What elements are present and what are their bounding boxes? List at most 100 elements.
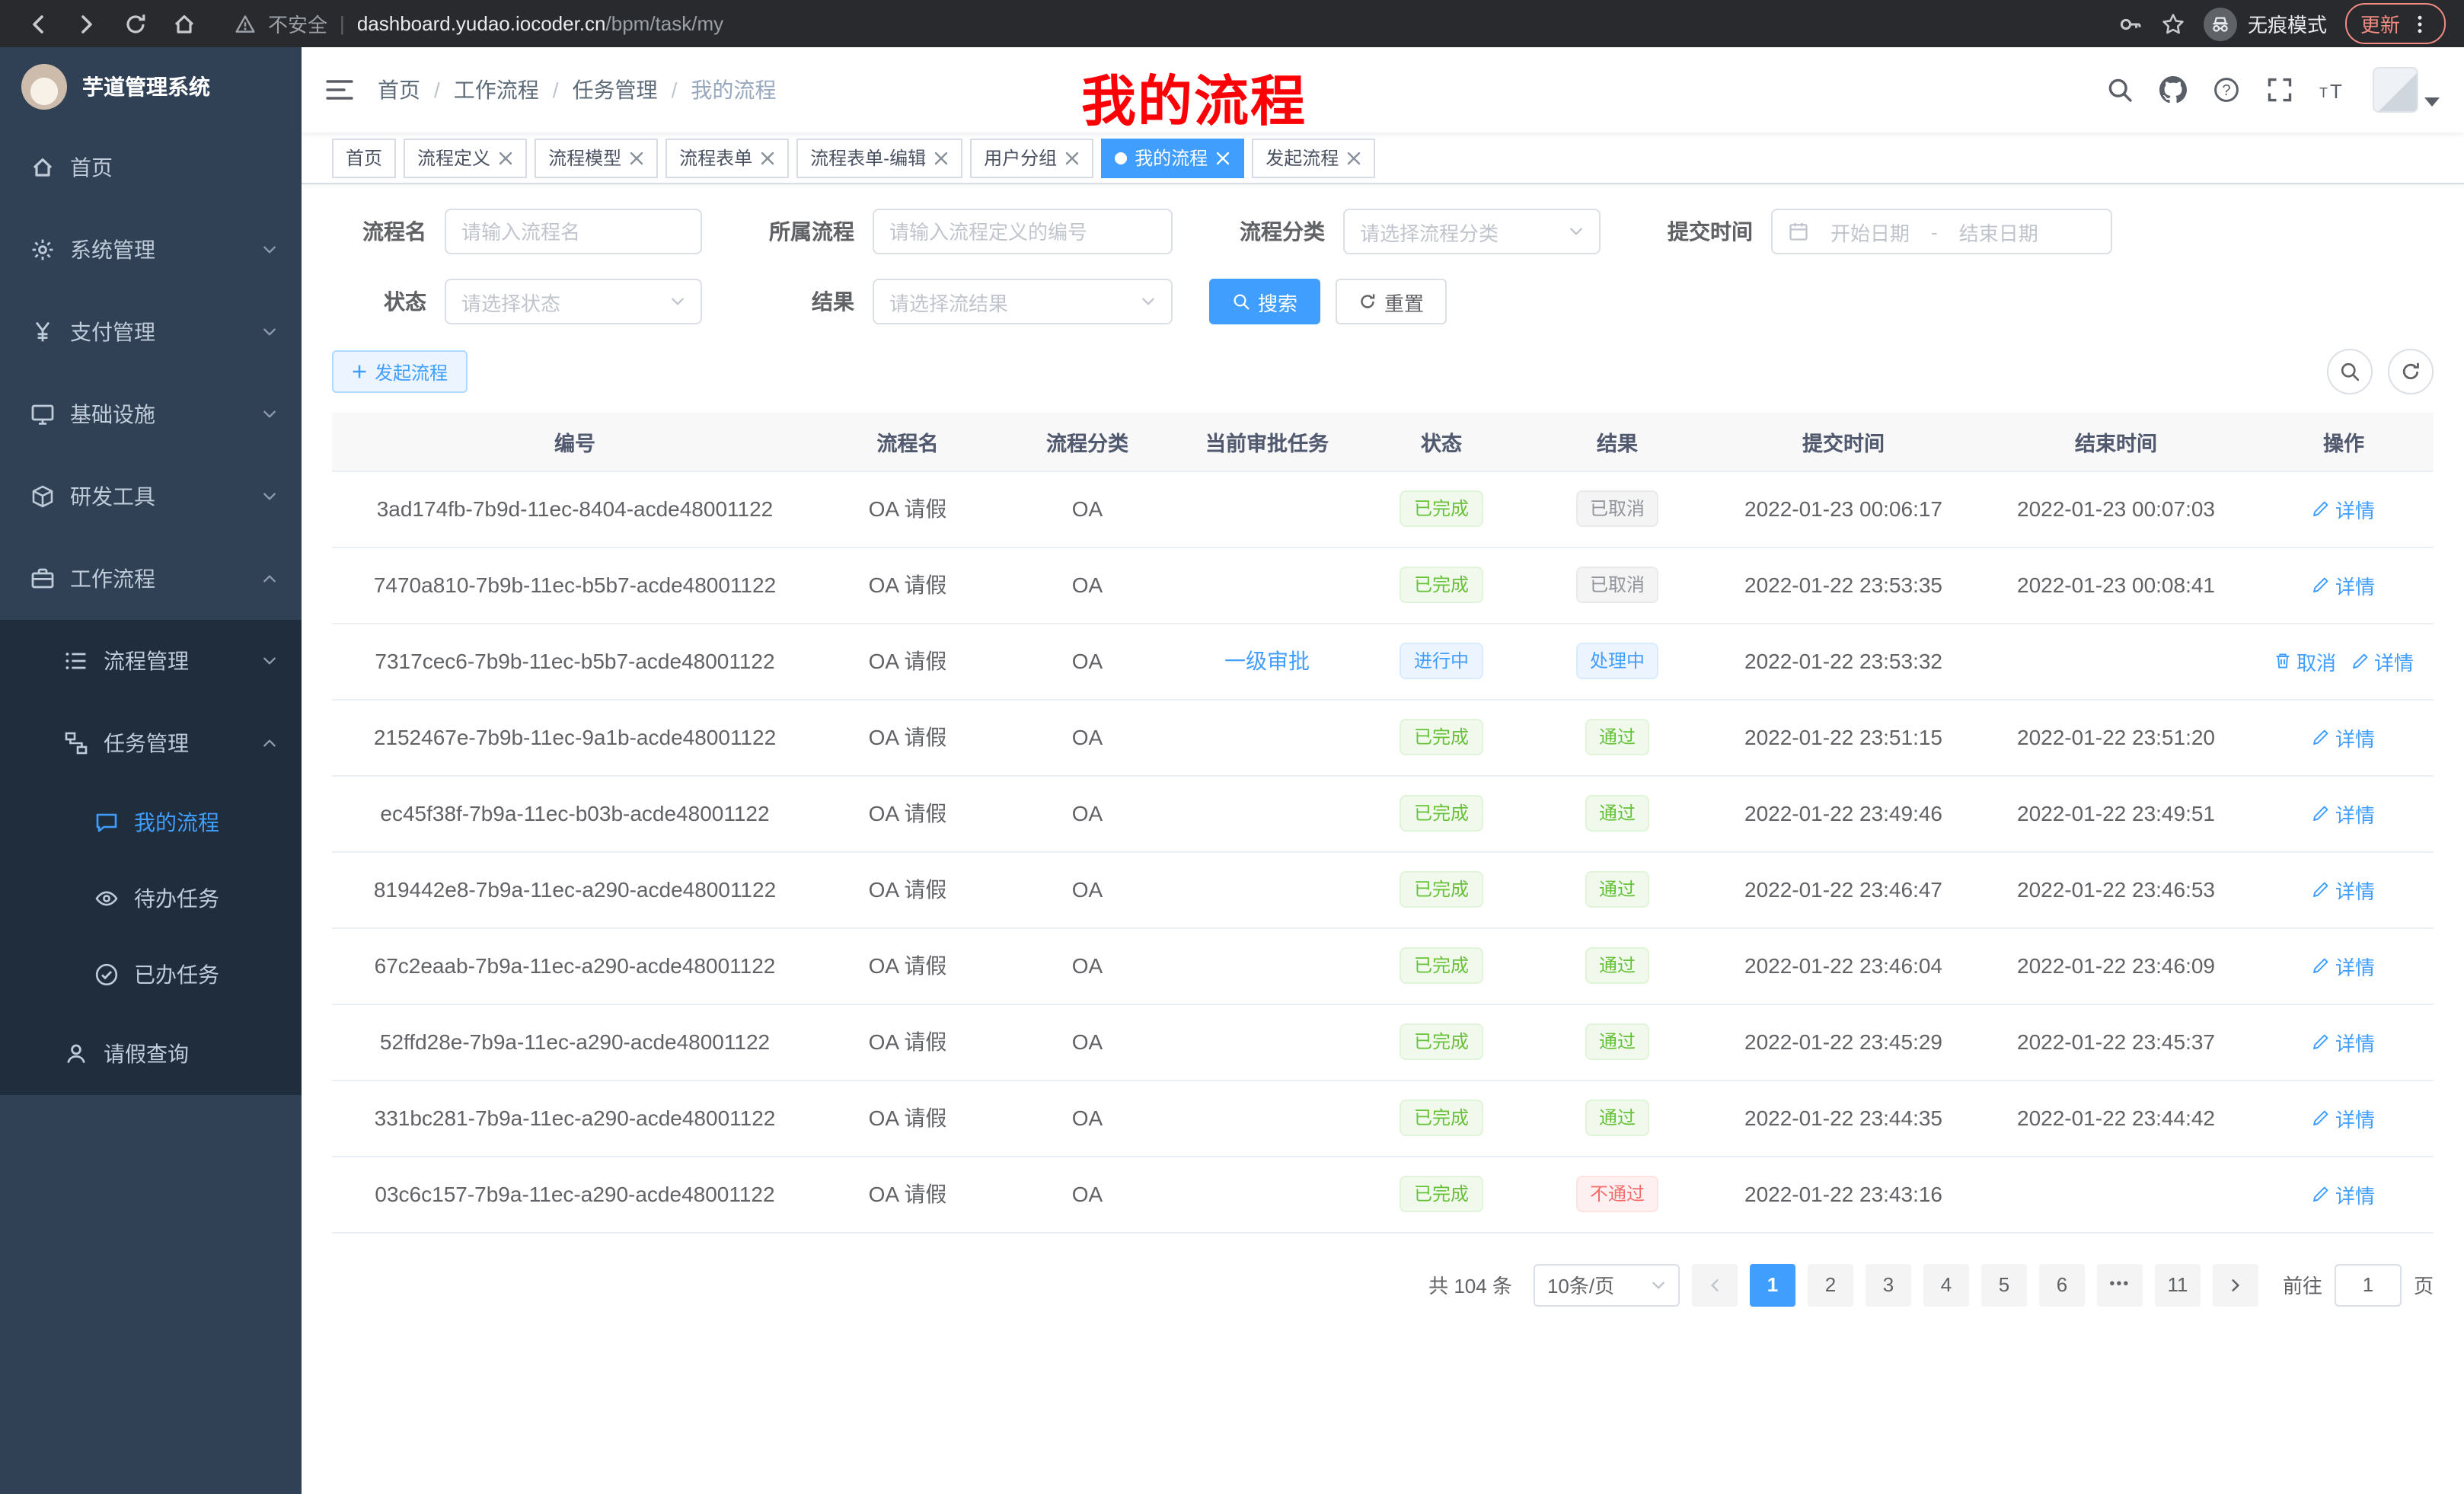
browser-forward-button[interactable] [67,4,107,43]
app-logo[interactable]: 芋道管理系统 [0,47,302,126]
tab-process-definition[interactable]: 流程定义 [404,138,527,177]
result-tag: 通过 [1585,947,1649,984]
sidebar-item-system-management[interactable]: 系统管理 [0,209,302,291]
refresh-table-button[interactable] [2388,349,2434,394]
sidebar-item-todo-tasks[interactable]: 待办任务 [0,860,302,937]
sidebar-item-done-tasks[interactable]: 已办任务 [0,937,302,1013]
detail-link[interactable]: 详情 [2312,494,2375,523]
close-icon[interactable] [934,150,949,165]
sidebar-item-my-process[interactable]: 我的流程 [0,784,302,860]
breadcrumb-home[interactable]: 首页 [378,75,420,105]
more-pages-button[interactable]: ••• [2097,1263,2143,1306]
detail-link[interactable]: 详情 [2312,875,2375,904]
page-button-1[interactable]: 1 [1750,1263,1795,1306]
close-icon[interactable] [629,150,644,165]
logo-avatar [21,64,67,110]
col-end-time: 结束时间 [1978,413,2254,471]
close-icon[interactable] [498,150,513,165]
tab-process-form[interactable]: 流程表单 [665,138,789,177]
page-button-4[interactable]: 4 [1923,1263,1969,1306]
bookmark-star-icon[interactable] [2161,11,2185,36]
process-def-input[interactable] [873,209,1173,254]
tab-process-model[interactable]: 流程模型 [535,138,658,177]
process-name-input[interactable] [445,209,702,254]
detail-link[interactable]: 详情 [2312,723,2375,752]
sidebar-item-process-management[interactable]: 流程管理 [0,620,302,702]
goto-page-input[interactable] [2335,1263,2402,1306]
page-button-3[interactable]: 3 [1866,1263,1911,1306]
chevron-down-icon [1569,224,1584,239]
page-button-5[interactable]: 5 [1981,1263,2027,1306]
cell-task [1177,547,1357,623]
search-icon[interactable] [2106,76,2134,104]
close-icon[interactable] [760,150,775,165]
sidebar-item-dev-tools[interactable]: 研发工具 [0,455,302,538]
browser-update-button[interactable]: 更新 [2345,3,2446,44]
sidebar-item-task-management[interactable]: 任务管理 [0,702,302,784]
detail-link[interactable]: 详情 [2351,646,2414,675]
detail-link[interactable]: 详情 [2312,570,2375,599]
tab-home[interactable]: 首页 [332,138,396,177]
sidebar-item-infrastructure[interactable]: 基础设施 [0,373,302,455]
browser-refresh-button[interactable] [116,4,155,43]
close-icon[interactable] [1346,150,1361,165]
browser-menu-icon[interactable] [2409,13,2430,34]
tab-process-form-edit[interactable]: 流程表单-编辑 [796,138,962,177]
edit-icon [2312,728,2331,746]
font-size-icon[interactable] [2319,76,2347,104]
tab-start-process[interactable]: 发起流程 [1252,138,1375,177]
github-icon[interactable] [2159,76,2187,104]
fullscreen-icon[interactable] [2266,76,2293,104]
result-tag: 通过 [1585,1100,1649,1136]
password-key-icon[interactable] [2118,11,2143,36]
cell-task [1177,851,1357,927]
col-submit-time: 提交时间 [1709,413,1978,471]
sidebar-item-home[interactable]: 首页 [0,126,302,209]
detail-link[interactable]: 详情 [2312,1027,2375,1056]
page-button-11[interactable]: 11 [2155,1263,2201,1306]
cell-result: 不通过 [1526,1156,1709,1232]
result-select[interactable]: 请选择流结果 [873,279,1173,324]
reset-button[interactable]: 重置 [1336,279,1447,324]
breadcrumb-workflow[interactable]: 工作流程 [454,75,539,105]
browser-home-button[interactable] [164,4,204,43]
next-page-button[interactable] [2213,1263,2258,1306]
detail-link[interactable]: 详情 [2312,1180,2375,1208]
user-avatar-menu[interactable] [2373,67,2440,113]
sidebar-item-leave-query[interactable]: 请假查询 [0,1013,302,1095]
category-select[interactable]: 请选择流程分类 [1343,209,1601,254]
tab-user-group[interactable]: 用户分组 [970,138,1093,177]
close-icon[interactable] [1215,150,1230,165]
sidebar-item-payment-management[interactable]: 支付管理 [0,291,302,373]
status-placeholder: 请选择状态 [461,287,560,316]
monitor-icon [30,402,55,426]
tab-label: 流程定义 [417,145,490,171]
list-icon [64,649,88,673]
toggle-search-button[interactable] [2327,349,2373,394]
status-select[interactable]: 请选择状态 [445,279,702,324]
cell-submit-time: 2022-01-23 00:06:17 [1709,471,1978,547]
start-date-placeholder: 开始日期 [1830,217,1910,246]
prev-page-button[interactable] [1692,1263,1738,1306]
tab-my-process[interactable]: 我的流程 [1101,138,1244,177]
detail-link[interactable]: 详情 [2312,951,2375,980]
start-process-button[interactable]: 发起流程 [332,350,468,393]
cancel-link[interactable]: 取消 [2274,646,2336,675]
sidebar-item-workflow[interactable]: 工作流程 [0,538,302,620]
submit-time-range-picker[interactable]: 开始日期 - 结束日期 [1771,209,2112,254]
search-button[interactable]: 搜索 [1209,279,1320,324]
hamburger-icon[interactable] [326,76,353,104]
page-button-2[interactable]: 2 [1808,1263,1853,1306]
page-button-6[interactable]: 6 [2039,1263,2085,1306]
cell-name: OA 请假 [818,1080,997,1156]
page-size-select[interactable]: 10条/页 [1534,1263,1680,1306]
current-task-link[interactable]: 一级审批 [1224,649,1310,673]
help-icon[interactable] [2213,76,2240,104]
detail-link[interactable]: 详情 [2312,1103,2375,1132]
breadcrumb-task-management[interactable]: 任务管理 [573,75,658,105]
address-bar[interactable]: 不安全 | dashboard.yudao.iocoder.cn/bpm/tas… [235,9,2109,38]
detail-label: 详情 [2335,494,2375,523]
browser-back-button[interactable] [18,4,58,43]
close-icon[interactable] [1064,150,1080,165]
detail-link[interactable]: 详情 [2312,799,2375,828]
